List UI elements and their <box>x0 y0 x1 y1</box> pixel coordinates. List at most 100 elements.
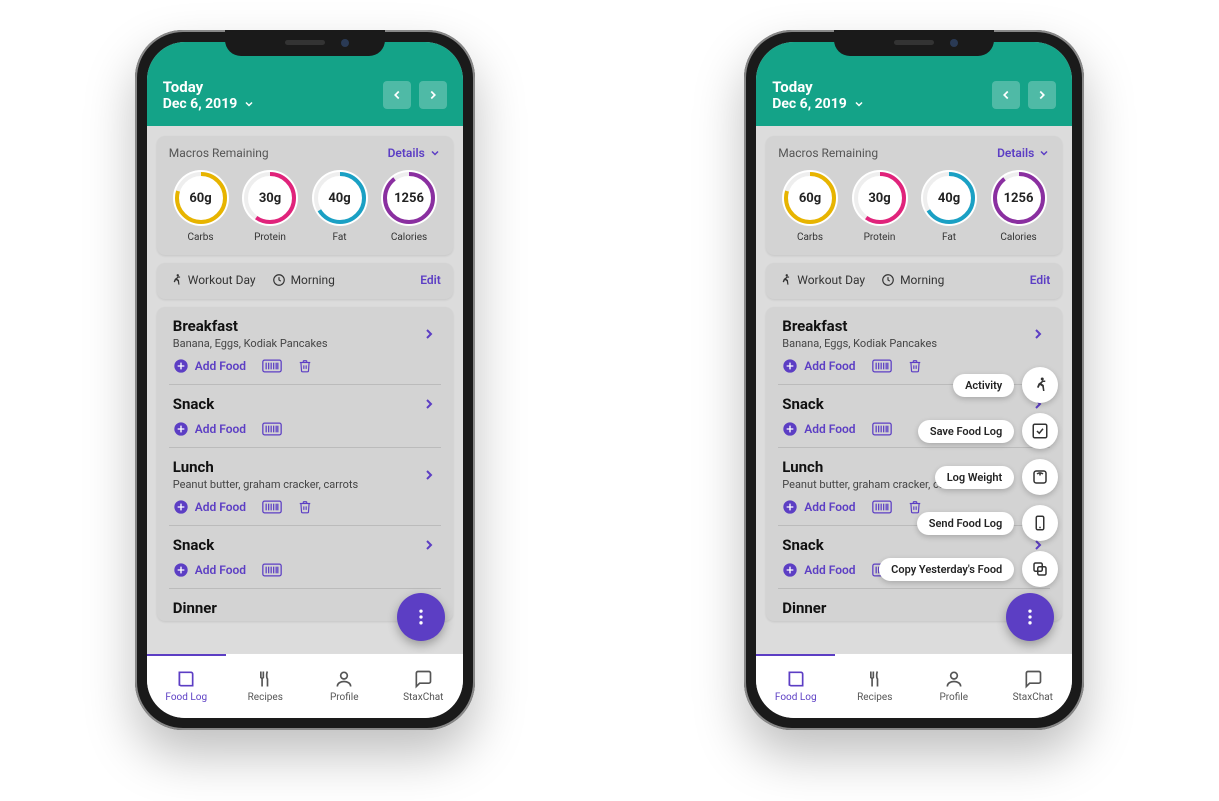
barcode-icon <box>262 563 282 577</box>
bottom-nav: Food Log Recipes Profile StaxChat <box>147 653 463 718</box>
more-vertical-icon <box>1020 607 1040 627</box>
workout-time-chip[interactable]: Morning <box>272 273 335 287</box>
meal-header[interactable]: Lunch Peanut butter, graham cracker, car… <box>173 458 437 491</box>
barcode-button[interactable] <box>262 500 282 514</box>
add-food-button[interactable]: Add Food <box>782 358 855 374</box>
plus-circle-icon <box>173 358 189 374</box>
meal-header[interactable]: Breakfast Banana, Eggs, Kodiak Pancakes <box>173 317 437 350</box>
next-day-button[interactable] <box>1028 81 1056 109</box>
check-square-icon <box>1031 422 1049 440</box>
macros-details-button[interactable]: Details <box>997 146 1050 160</box>
macro-carbs[interactable]: 60g Carbs <box>778 170 842 243</box>
barcode-icon <box>262 500 282 514</box>
add-food-button[interactable]: Add Food <box>173 499 246 515</box>
copy-icon <box>1031 560 1049 578</box>
book-icon <box>786 669 806 689</box>
add-food-button[interactable]: Add Food <box>173 358 246 374</box>
macro-fat[interactable]: 40g Fat <box>308 170 372 243</box>
fab-item-send-food-log[interactable]: Send Food Log <box>917 505 1058 541</box>
macro-protein[interactable]: 30g Protein <box>848 170 912 243</box>
macros-card: Macros Remaining Details 60g Carbs <box>766 136 1062 255</box>
macro-fat[interactable]: 40g Fat <box>917 170 981 243</box>
delete-button[interactable] <box>298 500 312 514</box>
meal-lunch: Lunch Peanut butter, graham cracker, car… <box>169 447 441 525</box>
nav-profile[interactable]: Profile <box>305 654 384 718</box>
header-date: Dec 6, 2019 <box>772 96 847 112</box>
plus-circle-icon <box>782 499 798 515</box>
chevron-right-icon <box>421 326 437 342</box>
workout-day-chip[interactable]: Workout Day <box>778 273 865 287</box>
chevron-right-icon <box>421 396 437 412</box>
plus-circle-icon <box>782 562 798 578</box>
device-notch <box>225 30 385 56</box>
macro-calories[interactable]: 1256 Calories <box>987 170 1051 243</box>
user-icon <box>334 669 354 689</box>
meal-breakfast: Breakfast Banana, Eggs, Kodiak Pancakes … <box>169 307 441 384</box>
barcode-button[interactable] <box>262 563 282 577</box>
date-selector[interactable]: Dec 6, 2019 <box>163 96 256 112</box>
clock-icon <box>272 273 286 287</box>
workout-day-chip[interactable]: Workout Day <box>169 273 256 287</box>
meal-header[interactable]: Snack <box>173 395 437 413</box>
nav-recipes[interactable]: Recipes <box>226 654 305 718</box>
add-food-button[interactable]: Add Food <box>782 562 855 578</box>
chevron-down-icon <box>429 147 441 159</box>
utensils-icon <box>255 669 275 689</box>
add-food-button[interactable]: Add Food <box>173 562 246 578</box>
workout-card: Workout Day Morning Edit <box>766 263 1062 299</box>
macros-details-button[interactable]: Details <box>388 146 441 160</box>
header-title: Today <box>163 78 256 96</box>
fab-item-save-food-log[interactable]: Save Food Log <box>918 413 1058 449</box>
nav-food-log[interactable]: Food Log <box>147 654 226 718</box>
macro-protein[interactable]: 30g Protein <box>238 170 302 243</box>
bottom-nav: Food Log Recipes Profile StaxChat <box>756 653 1072 718</box>
fab-menu: Activity Save Food Log Log Weight Send F… <box>879 367 1058 587</box>
macro-calories[interactable]: 1256 Calories <box>377 170 441 243</box>
macros-card: Macros Remaining Details 60g Carbs <box>157 136 453 255</box>
fab-item-copy-yesterday[interactable]: Copy Yesterday's Food <box>879 551 1058 587</box>
fab-item-activity[interactable]: Activity <box>953 367 1058 403</box>
fab-button[interactable] <box>1006 593 1054 641</box>
barcode-button[interactable] <box>262 359 282 373</box>
nav-staxchat[interactable]: StaxChat <box>993 654 1072 718</box>
prev-day-button[interactable] <box>992 81 1020 109</box>
plus-circle-icon <box>173 562 189 578</box>
phone-frame-right: Today Dec 6, 2019 Macros Remaining <box>744 30 1084 730</box>
plus-circle-icon <box>782 421 798 437</box>
add-food-button[interactable]: Add Food <box>173 421 246 437</box>
nav-staxchat[interactable]: StaxChat <box>384 654 463 718</box>
chevron-right-icon <box>1035 88 1049 102</box>
macro-carbs[interactable]: 60g Carbs <box>169 170 233 243</box>
date-selector[interactable]: Dec 6, 2019 <box>772 96 865 112</box>
plus-circle-icon <box>173 499 189 515</box>
fab-button[interactable] <box>397 593 445 641</box>
next-day-button[interactable] <box>419 81 447 109</box>
running-icon <box>778 273 792 287</box>
chat-icon <box>1023 669 1043 689</box>
chevron-left-icon <box>999 88 1013 102</box>
plus-circle-icon <box>782 358 798 374</box>
screen: Today Dec 6, 2019 Macros Remaining <box>756 42 1072 718</box>
workout-time-chip[interactable]: Morning <box>881 273 944 287</box>
prev-day-button[interactable] <box>383 81 411 109</box>
chevron-down-icon <box>853 98 865 110</box>
workout-edit-button[interactable]: Edit <box>1030 273 1051 287</box>
device-notch <box>834 30 994 56</box>
meal-header[interactable]: Breakfast Banana, Eggs, Kodiak Pancakes <box>782 317 1046 350</box>
add-food-button[interactable]: Add Food <box>782 421 855 437</box>
fab-item-log-weight[interactable]: Log Weight <box>935 459 1059 495</box>
trash-icon <box>298 500 312 514</box>
meal-header[interactable]: Snack <box>173 536 437 554</box>
main-content: Macros Remaining Details 60g Carbs <box>756 126 1072 653</box>
nav-recipes[interactable]: Recipes <box>835 654 914 718</box>
barcode-button[interactable] <box>262 422 282 436</box>
screen: Today Dec 6, 2019 Macros Remaining <box>147 42 463 718</box>
nav-food-log[interactable]: Food Log <box>756 654 835 718</box>
main-content: Macros Remaining Details 60g Carbs <box>147 126 463 653</box>
add-food-button[interactable]: Add Food <box>782 499 855 515</box>
workout-edit-button[interactable]: Edit <box>420 273 441 287</box>
chevron-right-icon <box>426 88 440 102</box>
nav-profile[interactable]: Profile <box>914 654 993 718</box>
delete-button[interactable] <box>298 359 312 373</box>
chevron-left-icon <box>390 88 404 102</box>
